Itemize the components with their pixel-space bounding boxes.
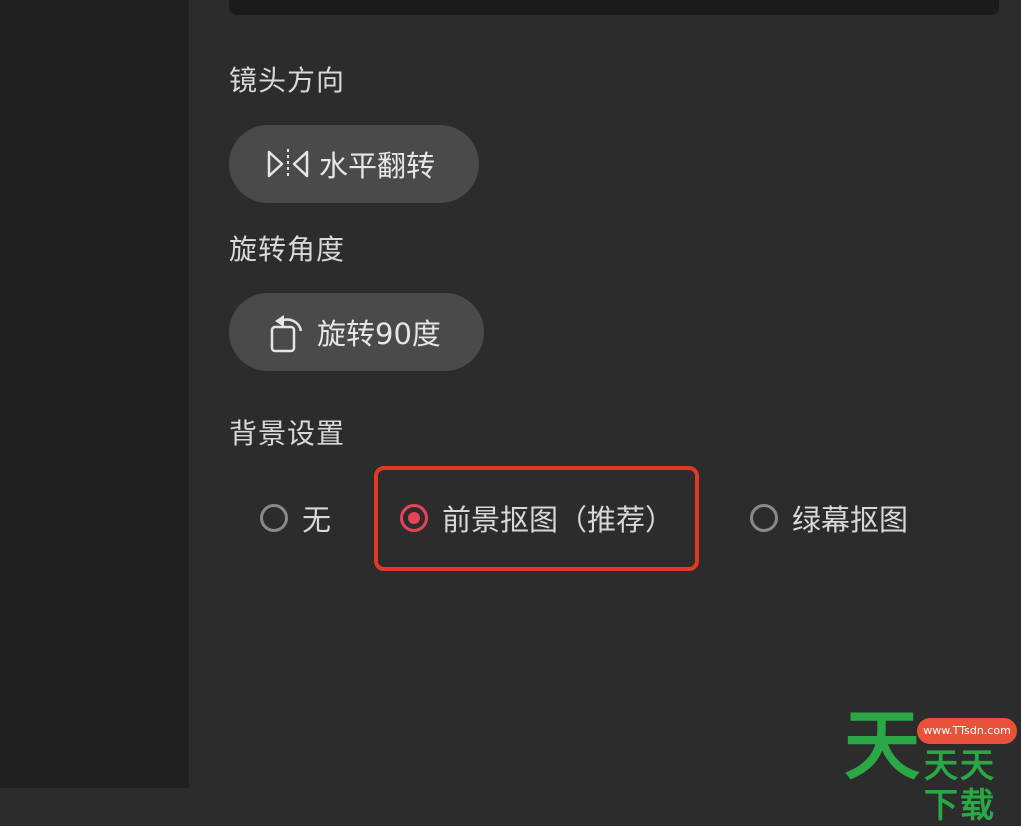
flip-horizontal-button[interactable]: 水平翻转 xyxy=(229,125,479,203)
flip-horizontal-label: 水平翻转 xyxy=(319,149,436,183)
rotate-icon xyxy=(265,309,309,355)
preview-area-bottom xyxy=(229,0,999,15)
radio-button[interactable] xyxy=(260,504,288,532)
background-settings-label: 背景设置 xyxy=(229,417,346,450)
rotation-label: 旋转角度 xyxy=(229,233,346,266)
background-option-greenscreen[interactable]: 绿幕抠图 xyxy=(750,500,909,537)
watermark-url: www.TTsdn.com xyxy=(917,718,1017,744)
radio-button[interactable] xyxy=(750,504,778,532)
lens-direction-label: 镜头方向 xyxy=(229,64,346,97)
background-option-label: 绿幕抠图 xyxy=(792,503,909,537)
background-option-label: 无 xyxy=(302,503,332,537)
background-option-none[interactable]: 无 xyxy=(260,500,332,537)
flip-horizontal-icon xyxy=(265,147,311,181)
highlight-annotation xyxy=(374,466,699,571)
rotate-90-label: 旋转90度 xyxy=(317,317,441,351)
left-sidebar xyxy=(0,0,189,788)
rotate-90-button[interactable]: 旋转90度 xyxy=(229,293,484,371)
watermark-logo: 天 www.TTsdn.com 天天下载 xyxy=(844,706,1021,826)
watermark-text: 天天下载 xyxy=(924,746,996,826)
settings-panel xyxy=(189,0,1021,788)
watermark-big-char: 天 xyxy=(844,701,920,790)
